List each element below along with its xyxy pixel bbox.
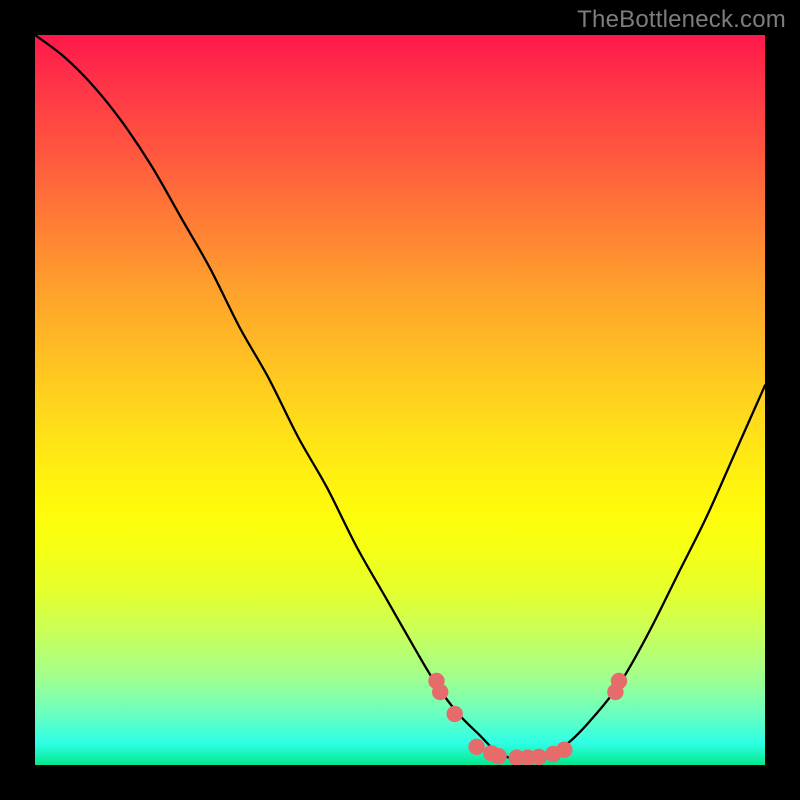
- chart-frame: TheBottleneck.com: [0, 0, 800, 800]
- watermark-text: TheBottleneck.com: [577, 6, 786, 34]
- plot-area: [35, 35, 765, 765]
